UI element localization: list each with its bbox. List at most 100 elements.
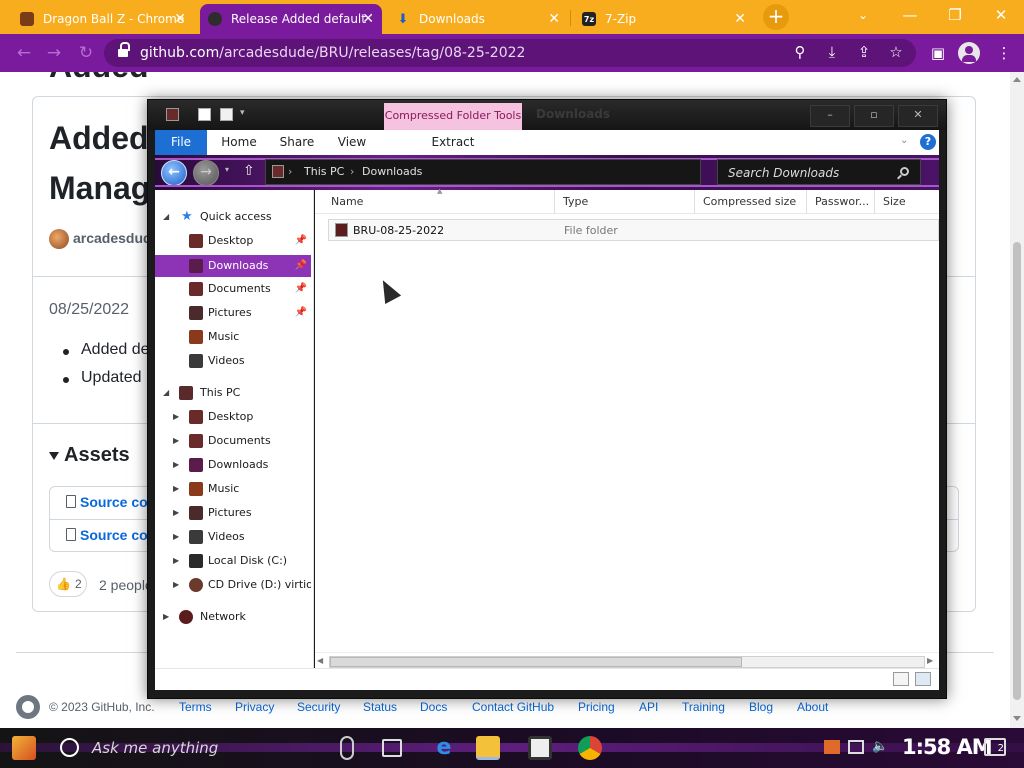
new-folder-icon[interactable] — [220, 108, 233, 121]
tab-share[interactable]: Share — [277, 130, 317, 155]
scroll-right-arrow-icon[interactable]: ▶ — [927, 656, 933, 665]
collapsed-chevron-icon[interactable]: ▶ — [173, 430, 179, 452]
explorer-minimize-button[interactable]: – — [810, 105, 850, 127]
address-bar[interactable]: › This PC › Downloads — [265, 159, 701, 185]
author-avatar[interactable] — [49, 229, 69, 249]
customize-toolbar-chevron-icon[interactable]: ▾ — [240, 108, 253, 121]
nav-pc-desktop[interactable]: ▶ Desktop — [155, 406, 311, 428]
tab-close-icon[interactable]: ✕ — [548, 11, 560, 27]
scrollbar-thumb[interactable] — [330, 657, 742, 667]
side-panel-icon[interactable]: ▣ — [928, 43, 948, 63]
footer-link-terms[interactable]: Terms — [179, 700, 212, 714]
footer-link-training[interactable]: Training — [682, 700, 725, 714]
nav-downloads-selected[interactable]: Downloads 📌 — [155, 255, 311, 277]
network-tray-icon[interactable] — [848, 740, 864, 754]
up-arrow-icon[interactable]: ⇧ — [243, 163, 255, 179]
tab-downloads[interactable]: ⬇ Downloads ✕ — [388, 4, 568, 34]
forward-arrow-icon[interactable]: → — [43, 42, 65, 64]
nav-music[interactable]: Music — [155, 326, 311, 348]
horizontal-scrollbar[interactable]: ◀ ▶ — [315, 652, 939, 669]
details-view-icon[interactable] — [893, 672, 909, 686]
nav-pc-videos[interactable]: ▶ Videos — [155, 526, 311, 548]
pin-icon[interactable]: 📌 — [295, 302, 307, 324]
pin-icon[interactable]: 📌 — [295, 278, 307, 300]
scroll-left-arrow-icon[interactable]: ◀ — [317, 656, 323, 665]
footer-link-docs[interactable]: Docs — [420, 700, 447, 714]
collapsed-chevron-icon[interactable]: ▶ — [173, 406, 179, 428]
nav-local-disk[interactable]: ▶ Local Disk (C:) — [155, 550, 311, 572]
tab-7zip[interactable]: 7z 7-Zip ✕ — [574, 4, 754, 34]
expanded-chevron-icon[interactable]: ◢ — [163, 382, 169, 404]
bookmark-star-icon[interactable]: ☆ — [886, 42, 906, 62]
tab-dragon-ball[interactable]: Dragon Ball Z - Chrome ✕ — [12, 4, 194, 34]
collapse-caret-icon[interactable] — [49, 452, 59, 460]
expand-ribbon-chevron-icon[interactable]: ⌄ — [900, 135, 908, 146]
address-bar[interactable]: github.com/arcadesdude/BRU/releases/tag/… — [104, 39, 916, 67]
nav-network[interactable]: ▶ Network — [155, 606, 311, 628]
cortana-icon[interactable] — [60, 738, 79, 757]
file-explorer-icon[interactable] — [476, 736, 500, 760]
tab-release[interactable]: Release Added default ✕ — [200, 4, 382, 34]
chrome-icon[interactable] — [578, 736, 602, 760]
reload-icon[interactable]: ↻ — [75, 42, 97, 64]
minimize-button[interactable]: — — [893, 4, 927, 28]
task-view-icon[interactable] — [382, 739, 402, 757]
footer-link-about[interactable]: About — [797, 700, 828, 714]
collapsed-chevron-icon[interactable]: ▶ — [173, 526, 179, 548]
footer-link-pricing[interactable]: Pricing — [578, 700, 615, 714]
nav-pc-music[interactable]: ▶ Music — [155, 478, 311, 500]
footer-link-security[interactable]: Security — [297, 700, 340, 714]
collapsed-chevron-icon[interactable]: ▶ — [173, 502, 179, 524]
expanded-chevron-icon[interactable]: ◢ — [163, 206, 169, 228]
footer-link-blog[interactable]: Blog — [749, 700, 773, 714]
help-icon[interactable]: ? — [920, 134, 936, 150]
column-size[interactable]: Size — [875, 190, 939, 214]
nav-pc-downloads[interactable]: ▶ Downloads — [155, 454, 311, 476]
back-button[interactable]: ← — [161, 160, 187, 186]
file-row[interactable]: BRU-08-25-2022 File folder — [328, 219, 939, 241]
footer-link-privacy[interactable]: Privacy — [235, 700, 274, 714]
pin-icon[interactable]: 📌 — [295, 230, 307, 252]
profile-avatar[interactable] — [958, 42, 980, 64]
breadcrumb-this-pc[interactable]: This PC — [304, 165, 344, 178]
tray-app-icon[interactable] — [824, 740, 840, 754]
breadcrumb-separator-icon[interactable]: › — [288, 165, 292, 178]
nav-pc-pictures[interactable]: ▶ Pictures — [155, 502, 311, 524]
tab-search-chevron-icon[interactable]: ⌄ — [846, 4, 880, 28]
back-arrow-icon[interactable]: ← — [13, 42, 35, 64]
nav-pictures[interactable]: Pictures 📌 — [155, 302, 311, 324]
maximize-button[interactable]: ❐ — [938, 4, 972, 28]
tab-view[interactable]: View — [335, 130, 369, 155]
nav-quick-access[interactable]: ◢ ★ Quick access — [155, 206, 311, 228]
compressed-folder-tools-tab[interactable]: Compressed Folder Tools — [384, 103, 522, 130]
tab-file[interactable]: File — [155, 130, 207, 155]
tab-extract[interactable]: Extract — [423, 130, 483, 155]
search-icon[interactable] — [900, 167, 909, 176]
nav-desktop[interactable]: Desktop 📌 — [155, 230, 311, 252]
nav-documents[interactable]: Documents 📌 — [155, 278, 311, 300]
store-icon[interactable] — [528, 736, 552, 760]
scroll-up-arrow-icon[interactable] — [1013, 77, 1021, 82]
recent-locations-chevron-icon[interactable]: ▾ — [225, 165, 229, 174]
nav-cd-drive[interactable]: ▶ CD Drive (D:) virtio- — [155, 574, 311, 596]
collapsed-chevron-icon[interactable]: ▶ — [173, 574, 179, 596]
nav-videos[interactable]: Videos — [155, 350, 311, 372]
forward-button[interactable]: → — [193, 160, 219, 186]
pin-icon[interactable]: 📌 — [295, 255, 307, 277]
nav-pc-documents[interactable]: ▶ Documents — [155, 430, 311, 452]
breadcrumb-downloads[interactable]: Downloads — [362, 165, 422, 178]
tab-close-icon[interactable]: ✕ — [362, 11, 374, 27]
tab-close-icon[interactable]: ✕ — [174, 11, 186, 27]
tab-home[interactable]: Home — [219, 130, 259, 155]
github-logo-icon[interactable] — [16, 695, 40, 719]
scroll-down-arrow-icon[interactable] — [1013, 716, 1021, 721]
notification-center-icon[interactable]: 2 — [984, 738, 1006, 756]
collapsed-chevron-icon[interactable]: ▶ — [173, 550, 179, 572]
edge-icon[interactable]: e — [432, 736, 456, 760]
explorer-close-button[interactable]: ✕ — [898, 105, 938, 127]
assets-heading[interactable]: Assets — [64, 444, 130, 467]
properties-icon[interactable] — [198, 108, 211, 121]
microphone-icon[interactable] — [340, 736, 354, 760]
collapsed-chevron-icon[interactable]: ▶ — [173, 478, 179, 500]
column-password[interactable]: Passwor... — [807, 190, 875, 214]
